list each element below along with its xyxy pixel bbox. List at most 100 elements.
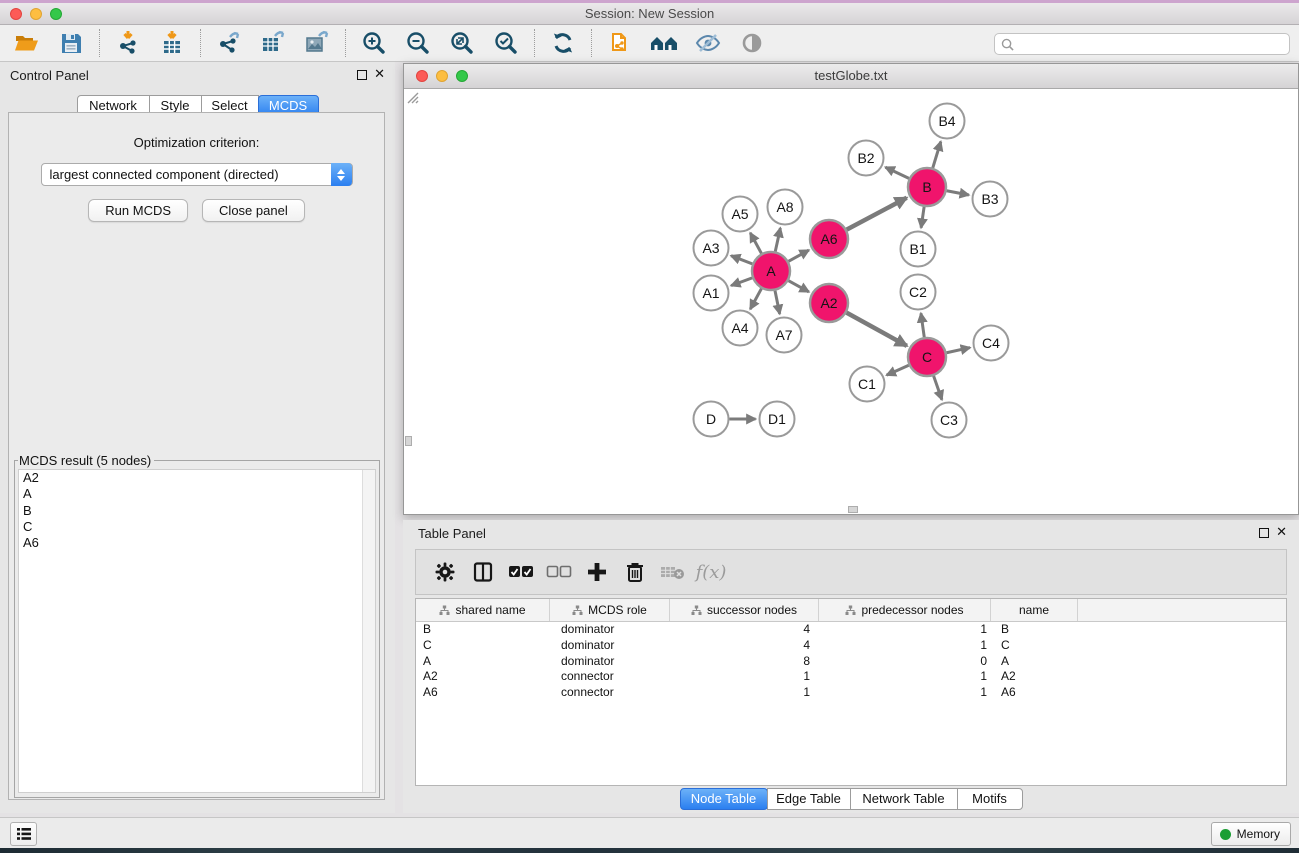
graph-node-A6[interactable]: A6	[810, 220, 848, 258]
graph-edge-A-A1[interactable]	[731, 278, 752, 286]
network-graph[interactable]: B4 B2 B B3 A8 A5 A6 A3 B1 A C2 A1 A2 A4 A7 C4 C C1 C3 D D1	[404, 89, 1298, 515]
graph-edge-A6-B[interactable]	[847, 198, 907, 230]
graph-edge-C-C4[interactable]	[947, 348, 970, 353]
table-row[interactable]: Adominator80A	[416, 654, 1286, 670]
run-mcds-button[interactable]: Run MCDS	[88, 199, 188, 222]
graph-node-B3[interactable]: B3	[973, 182, 1008, 217]
table-row[interactable]: A6connector11A6	[416, 685, 1286, 701]
graph-node-A1[interactable]: A1	[694, 276, 729, 311]
graph-node-A7[interactable]: A7	[767, 318, 802, 353]
graph-edge-A2-C[interactable]	[847, 313, 907, 346]
tab-motifs[interactable]: Motifs	[957, 788, 1023, 810]
graph-node-C[interactable]: C	[908, 338, 946, 376]
show-details-button[interactable]	[735, 27, 769, 59]
graph-edge-A-A4[interactable]	[750, 289, 761, 310]
graph-node-B4[interactable]: B4	[930, 104, 965, 139]
graph-edge-A-A8[interactable]	[775, 228, 780, 251]
select-all-button[interactable]	[503, 554, 539, 590]
save-session-button[interactable]	[54, 27, 88, 59]
export-network-button[interactable]	[212, 27, 246, 59]
graph-node-A4[interactable]: A4	[723, 311, 758, 346]
graph-edge-B-B3[interactable]	[947, 191, 969, 195]
zoom-window-button[interactable]	[50, 8, 62, 20]
network-zoom-button[interactable]	[456, 70, 468, 82]
float-panel-icon[interactable]	[1259, 528, 1269, 538]
graph-node-A[interactable]: A	[752, 252, 790, 290]
graph-node-A3[interactable]: A3	[694, 231, 729, 266]
memory-button[interactable]: Memory	[1211, 822, 1291, 846]
add-row-button[interactable]	[579, 554, 615, 590]
tab-network-table[interactable]: Network Table	[850, 788, 958, 810]
refresh-view-button[interactable]	[546, 27, 580, 59]
network-window-titlebar[interactable]: testGlobe.txt	[404, 64, 1298, 89]
canvas-scroll-marker[interactable]	[405, 436, 412, 446]
zoom-out-button[interactable]	[401, 27, 435, 59]
network-canvas[interactable]: B4 B2 B B3 A8 A5 A6 A3 B1 A C2 A1 A2 A4 A7 C4 C C1 C3 D D1	[404, 89, 1298, 514]
table-row[interactable]: Bdominator41B	[416, 622, 1286, 638]
graph-node-A5[interactable]: A5	[723, 197, 758, 232]
graph-node-C1[interactable]: C1	[850, 367, 885, 402]
svg-text:A: A	[766, 263, 776, 279]
graph-node-D1[interactable]: D1	[760, 402, 795, 437]
column-header-successor-nodes[interactable]: successor nodes	[670, 599, 819, 621]
graph-edge-B-B2[interactable]	[885, 167, 909, 178]
graph-edge-A-A7[interactable]	[775, 291, 780, 314]
close-panel-button[interactable]: Close panel	[202, 199, 305, 222]
clear-selection-button[interactable]	[541, 554, 577, 590]
export-table-button[interactable]	[256, 27, 290, 59]
column-header-name[interactable]: name	[991, 599, 1078, 621]
graph-edge-C-C1[interactable]	[887, 365, 909, 375]
network-close-button[interactable]	[416, 70, 428, 82]
graph-node-A2[interactable]: A2	[810, 284, 848, 322]
graph-node-C2[interactable]: C2	[901, 275, 936, 310]
graph-edge-A-A5[interactable]	[750, 233, 761, 254]
graph-edge-A-A2[interactable]	[789, 281, 809, 292]
show-columns-button[interactable]	[465, 554, 501, 590]
zoom-fit-button[interactable]	[445, 27, 479, 59]
graph-node-C3[interactable]: C3	[932, 403, 967, 438]
zoom-selected-button[interactable]	[489, 27, 523, 59]
graph-edge-C-C2[interactable]	[921, 313, 924, 337]
table-row[interactable]: A2connector11A2	[416, 669, 1286, 685]
graph-edge-A-A6[interactable]	[789, 250, 809, 261]
minimize-window-button[interactable]	[30, 8, 42, 20]
delete-rows-button[interactable]	[617, 554, 653, 590]
resize-grip-icon[interactable]	[404, 89, 419, 104]
table-row[interactable]: Cdominator41C	[416, 638, 1286, 654]
import-network-button[interactable]	[111, 27, 145, 59]
search-input[interactable]	[1014, 35, 1289, 53]
graph-edge-B-B1[interactable]	[921, 207, 924, 228]
graph-node-A8[interactable]: A8	[768, 190, 803, 225]
criterion-select[interactable]: largest connected component (directed)	[41, 163, 353, 186]
tab-edge-table[interactable]: Edge Table	[767, 788, 851, 810]
duplicate-network-button[interactable]	[603, 27, 637, 59]
graph-edge-B-B4[interactable]	[933, 142, 941, 168]
graph-node-C4[interactable]: C4	[974, 326, 1009, 361]
float-panel-icon[interactable]	[357, 70, 367, 80]
column-header-mcds-role[interactable]: MCDS role	[550, 599, 670, 621]
graph-edge-C-C3[interactable]	[934, 376, 942, 400]
close-window-button[interactable]	[10, 8, 22, 20]
import-table-button[interactable]	[155, 27, 189, 59]
list-scrollbar[interactable]	[362, 470, 375, 792]
graph-node-B2[interactable]: B2	[849, 141, 884, 176]
tasks-button[interactable]	[10, 822, 37, 846]
graph-node-D[interactable]: D	[694, 402, 729, 437]
houses-button[interactable]	[647, 27, 681, 59]
zoom-in-button[interactable]	[357, 27, 391, 59]
graph-node-B[interactable]: B	[908, 168, 946, 206]
column-header-shared-name[interactable]: shared name	[416, 599, 550, 621]
export-image-button[interactable]	[300, 27, 334, 59]
close-panel-icon[interactable]: ✕	[1276, 525, 1287, 540]
svg-text:B4: B4	[938, 113, 955, 129]
tab-node-table[interactable]: Node Table	[680, 788, 768, 810]
canvas-scroll-marker[interactable]	[848, 506, 858, 513]
hide-eye-button[interactable]	[691, 27, 725, 59]
network-minimize-button[interactable]	[436, 70, 448, 82]
close-panel-icon[interactable]: ✕	[374, 67, 385, 82]
graph-node-B1[interactable]: B1	[901, 232, 936, 267]
table-settings-button[interactable]	[427, 554, 463, 590]
open-file-button[interactable]	[10, 27, 44, 59]
graph-edge-A-A3[interactable]	[731, 256, 752, 264]
column-header-predecessor-nodes[interactable]: predecessor nodes	[819, 599, 991, 621]
